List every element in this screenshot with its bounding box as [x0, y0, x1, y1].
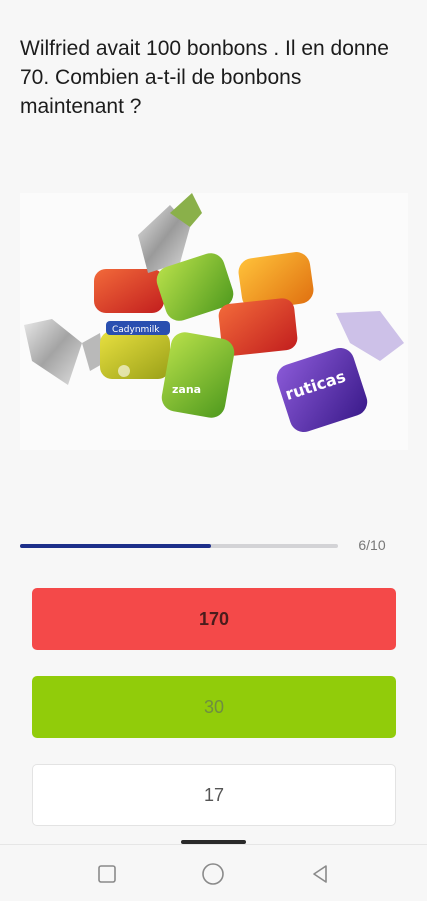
svg-text:zana: zana [172, 383, 201, 396]
answer-option-1[interactable]: 170 [32, 588, 396, 650]
question-text: Wilfried avait 100 bonbons . Il en donne… [20, 37, 389, 118]
home-icon[interactable] [200, 861, 226, 887]
progress-fill [20, 544, 211, 548]
recent-apps-icon[interactable] [94, 861, 120, 887]
candies-photo: ruticas zana Cadynmilk [20, 193, 408, 450]
answer-option-label: 17 [203, 784, 225, 805]
back-icon[interactable] [307, 861, 333, 887]
progress-counter: 6/10 [358, 537, 386, 553]
answer-option-3[interactable]: 17 [32, 764, 396, 826]
answer-option-2[interactable]: 30 [32, 676, 396, 738]
system-nav-bar [0, 844, 427, 901]
svg-text:Cadynmilk: Cadynmilk [112, 325, 160, 335]
answer-option-label: 170 [198, 608, 230, 629]
answer-option-label: 30 [203, 696, 225, 717]
progress-bar [20, 544, 338, 548]
